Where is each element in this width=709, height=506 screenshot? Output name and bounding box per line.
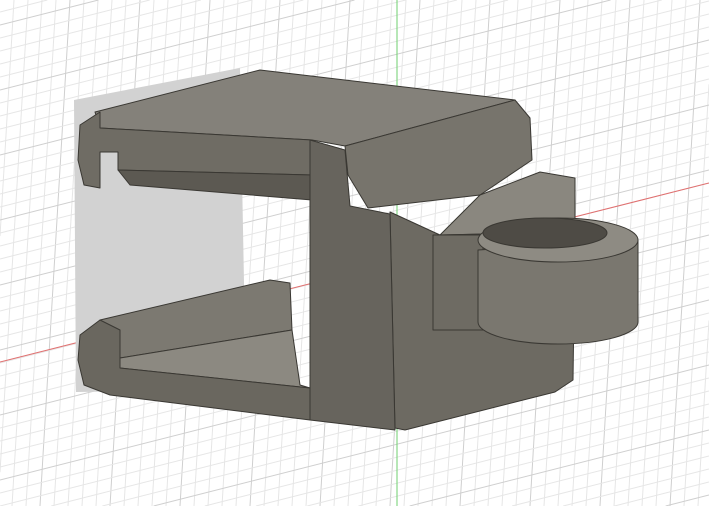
grid-line [0,0,304,78]
grid-line [697,320,709,506]
grid-line [665,494,709,506]
grid-line [669,0,701,506]
ring-hole [482,217,608,249]
cad-viewport[interactable] [0,0,709,506]
grid-line [11,0,43,506]
grid-line [409,429,709,506]
model-body[interactable] [74,68,639,431]
grid-line [511,455,709,506]
grid-line [0,0,253,65]
grid-line [0,0,48,13]
grid-line [0,0,202,52]
ring-wall-left [432,234,484,331]
